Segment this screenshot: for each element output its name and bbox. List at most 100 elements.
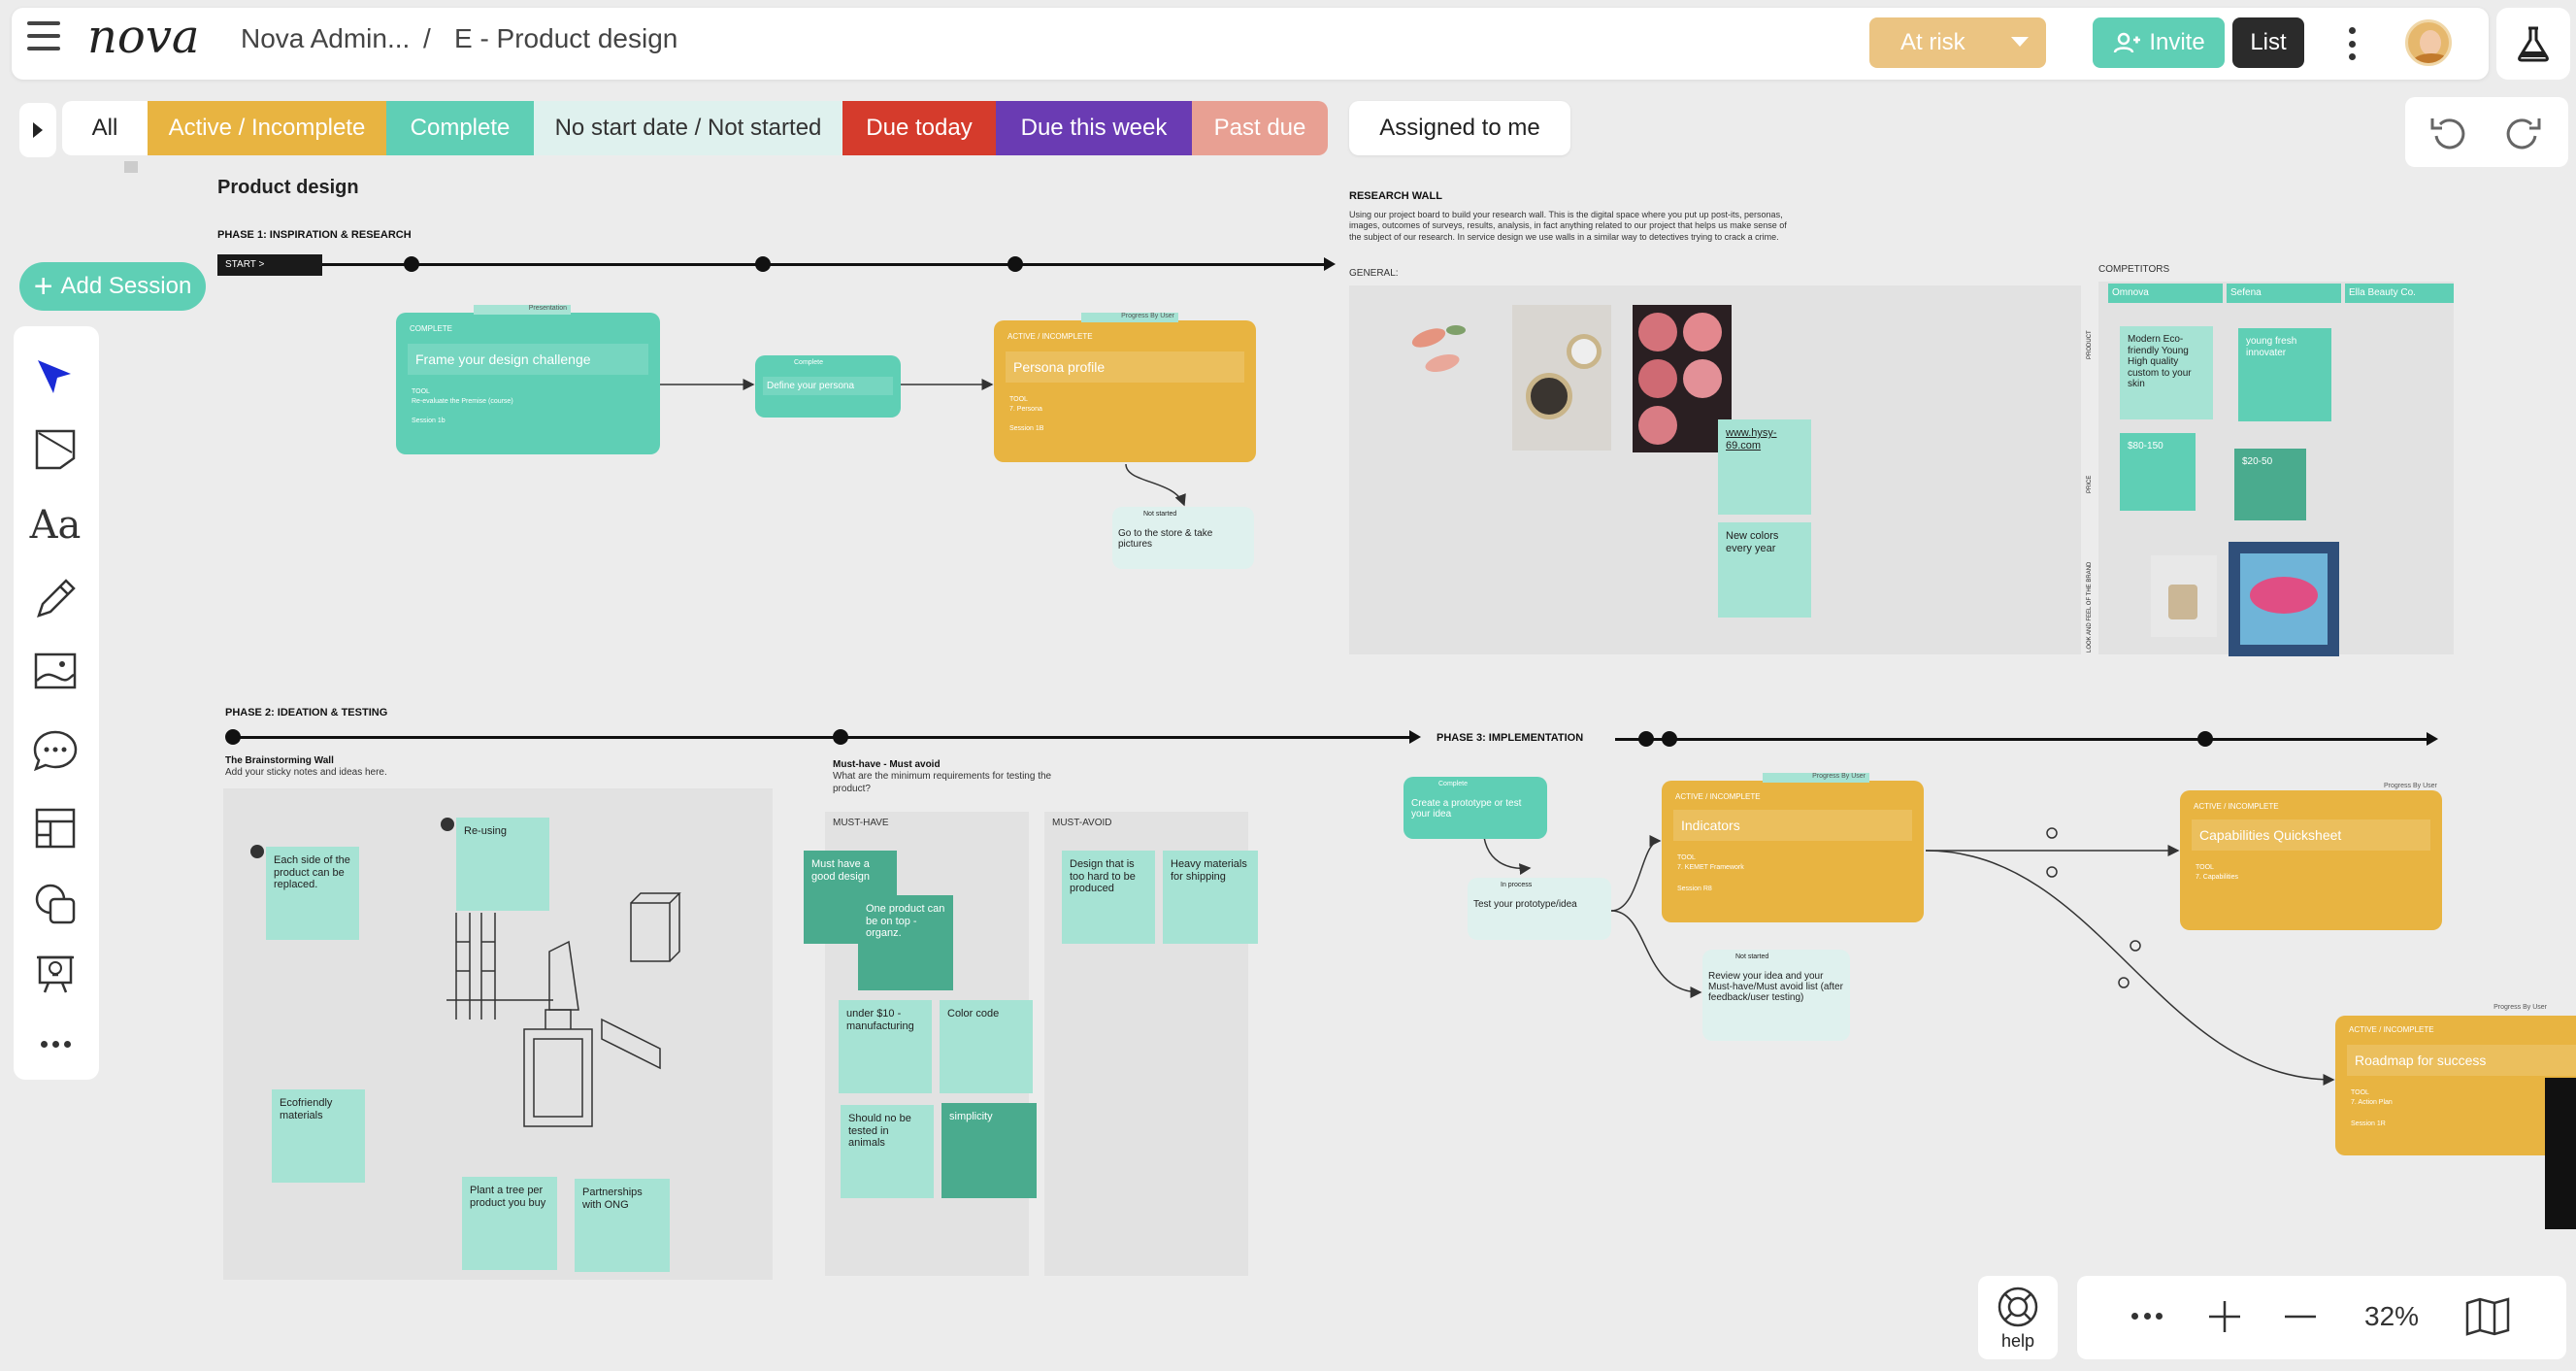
lifebuoy-icon <box>1998 1287 2038 1326</box>
card-title: Go to the store & take pictures <box>1118 528 1213 550</box>
must-have-note[interactable]: under $10 - manufacturing <box>839 1000 932 1093</box>
timeline-marker <box>1638 731 1654 747</box>
help-label: help <box>2000 1330 2035 1351</box>
brainstorm-note[interactable]: Each side of the product can be replaced… <box>266 847 359 940</box>
map-icon[interactable] <box>2465 1297 2510 1336</box>
competitor-note[interactable]: young fresh innovater <box>2238 328 2331 421</box>
card-tool-name: 7. KEMET Framework <box>1677 864 1744 871</box>
product-image <box>2151 555 2217 637</box>
session-card-frame[interactable]: Presentation COMPLETE Frame your design … <box>396 305 660 454</box>
must-have-note[interactable]: simplicity <box>941 1103 1037 1198</box>
must-have-note[interactable]: Color code <box>940 1000 1033 1093</box>
arrow-head <box>2427 732 2438 746</box>
card-tag: Progress By User <box>2493 1004 2547 1011</box>
swatch-image <box>1411 325 1466 373</box>
must-avoid-label: MUST-AVOID <box>1052 818 1112 828</box>
timeline-marker <box>1662 731 1677 747</box>
lips-image <box>2229 542 2339 656</box>
card-tag: Progress By User <box>1763 773 1869 783</box>
card-tag: Progress By User <box>1081 313 1178 322</box>
card-status: COMPLETE <box>410 324 453 333</box>
must-avoid-note[interactable]: Heavy materials for shipping <box>1163 851 1258 944</box>
card-status: ACTIVE / INCOMPLETE <box>1007 332 1093 341</box>
must-have-note[interactable]: One product can be on top - organz. <box>858 895 953 990</box>
card-title: Frame your design challenge <box>408 344 648 375</box>
card-tool-name: 7. Action Plan <box>2351 1099 2393 1106</box>
info-popover <box>2545 1078 2576 1229</box>
brainstorm-title: The Brainstorming Wall <box>225 755 334 766</box>
brainstorm-note[interactable]: Partnerships with ONG <box>575 1179 670 1272</box>
competitor-note[interactable]: $80-150 <box>2120 433 2196 511</box>
session-card-prototype[interactable]: Complete Create a prototype or test your… <box>1404 777 1547 839</box>
card-session: Session 1R <box>2351 1120 2386 1127</box>
competitor-header: Ella Beauty Co. <box>2345 284 2454 303</box>
session-card-define[interactable]: Complete Define your persona <box>755 355 901 418</box>
product-sketch <box>446 892 681 1127</box>
card-tool-label: TOOL <box>412 388 430 395</box>
zoom-in-icon[interactable] <box>2207 1299 2242 1334</box>
zoom-out-icon[interactable] <box>2283 1299 2318 1334</box>
card-session: Session R8 <box>1677 886 1712 892</box>
card-title: Test your prototype/idea <box>1473 899 1577 910</box>
row-label: PRODUCT <box>2087 330 2093 359</box>
competitor-note[interactable]: Modern Eco-friendly Young High quality c… <box>2120 326 2213 419</box>
comment-badge-icon[interactable] <box>250 845 264 858</box>
competitors-heading: COMPETITORS <box>2098 264 2170 275</box>
session-card-store[interactable]: Not started Go to the store & take pictu… <box>1112 507 1254 569</box>
general-label: GENERAL: <box>1349 268 1399 279</box>
must-have-label: MUST-HAVE <box>833 818 889 828</box>
card-title: Review your idea and your Must-have/Must… <box>1708 971 1843 1003</box>
card-tag: Presentation <box>474 305 571 315</box>
card-status: Complete <box>794 359 823 366</box>
card-status: Not started <box>1735 953 1769 960</box>
card-title: Persona profile <box>1006 351 1244 383</box>
must-have-note[interactable]: Should no be tested in animals <box>841 1105 934 1198</box>
timeline-marker <box>2197 731 2213 747</box>
card-status: In process <box>1501 882 1533 888</box>
card-tool-name: 7. Persona <box>1009 406 1042 413</box>
card-status: Not started <box>1143 511 1177 518</box>
card-tool-name: Re-evaluate the Premise (course) <box>412 398 513 405</box>
brainstorm-note[interactable]: Plant a tree per product you buy <box>462 1177 557 1270</box>
row-label: PRICE <box>2087 475 2093 493</box>
must-avoid-note[interactable]: Design that is too hard to be produced <box>1062 851 1155 944</box>
card-status: ACTIVE / INCOMPLETE <box>2349 1025 2434 1034</box>
session-card-review[interactable]: Not started Review your idea and your Mu… <box>1702 950 1850 1041</box>
card-tag: Progress By User <box>2384 783 2437 789</box>
session-card-test[interactable]: In process Test your prototype/idea <box>1468 878 1611 940</box>
help-button[interactable]: help <box>1978 1276 2058 1359</box>
card-status: Complete <box>1438 781 1468 787</box>
card-tool-label: TOOL <box>1677 854 1696 861</box>
competitor-header: Omnova <box>2108 284 2223 303</box>
timeline-marker <box>833 729 848 745</box>
phase2-timeline <box>233 736 1417 739</box>
arrow-head <box>1409 730 1421 744</box>
session-card-capabilities[interactable]: Progress By User ACTIVE / INCOMPLETE Cap… <box>2180 783 2442 930</box>
session-card-roadmap[interactable]: Progress By User ACTIVE / INCOMPLETE Roa… <box>2335 1004 2576 1155</box>
phase2-heading: PHASE 2: IDEATION & TESTING <box>225 707 388 719</box>
card-tool-label: TOOL <box>2196 864 2214 871</box>
card-status: ACTIVE / INCOMPLETE <box>1675 792 1761 801</box>
session-card-persona[interactable]: Progress By User ACTIVE / INCOMPLETE Per… <box>994 313 1256 462</box>
phase3-heading: PHASE 3: IMPLEMENTATION <box>1437 732 1584 744</box>
zoom-level: 32% <box>2364 1301 2420 1331</box>
session-card-indicators[interactable]: Progress By User ACTIVE / INCOMPLETE Ind… <box>1662 773 1924 922</box>
research-note[interactable]: New colors every year <box>1718 522 1811 618</box>
research-note-link[interactable]: www.hysy-69.com <box>1718 419 1811 515</box>
card-title: Capabilities Quicksheet <box>2192 819 2430 851</box>
competitor-note[interactable]: $20-50 <box>2234 449 2306 520</box>
card-title: Roadmap for success <box>2347 1045 2576 1076</box>
row-label: LOOK AND FEEL OF THE BRAND <box>2087 561 2093 652</box>
card-title: Indicators <box>1673 810 1912 841</box>
phase3-timeline <box>1615 738 2430 741</box>
must-title: Must-have - Must avoid <box>833 759 941 770</box>
competitor-header: Sefena <box>2227 284 2341 303</box>
macarons-image <box>1633 305 1732 452</box>
comment-badge-icon[interactable] <box>441 818 454 831</box>
card-session: Session 1B <box>1009 425 1044 432</box>
more-options-icon[interactable] <box>2131 1313 2163 1321</box>
brainstorm-note[interactable]: Ecofriendly materials <box>272 1089 365 1183</box>
brainstorm-subtitle: Add your sticky notes and ideas here. <box>225 767 387 778</box>
card-title: Create a prototype or test your idea <box>1411 798 1522 819</box>
research-description: Using our project board to build your re… <box>1349 210 1787 242</box>
